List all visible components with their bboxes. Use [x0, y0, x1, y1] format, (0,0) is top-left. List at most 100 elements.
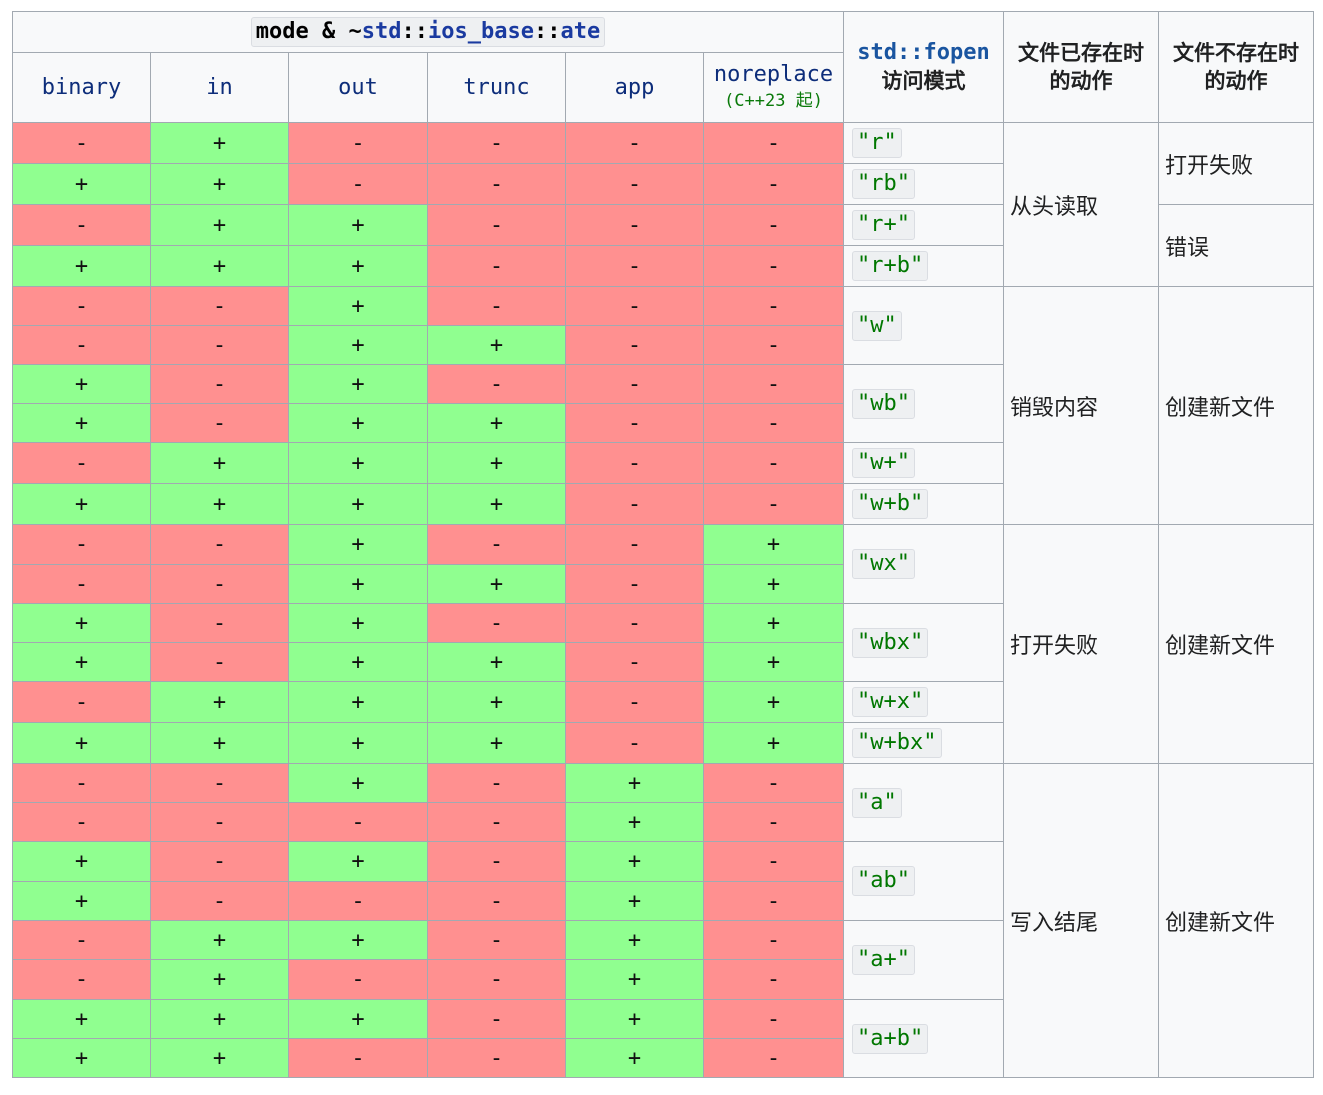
exists-label-line1: 文件已存在时	[1018, 41, 1145, 65]
flag-cell-in: +	[150, 442, 289, 484]
fopen-mode-cell: "wbx"	[843, 603, 1005, 682]
flag-cell-out: -	[288, 802, 428, 842]
flag-cell-noreplace: -	[702, 122, 845, 164]
flag-cell-out: -	[288, 959, 428, 1000]
flag-cell-noreplace: -	[702, 163, 845, 205]
not-exists-label-line2: 的动作	[1204, 69, 1268, 93]
flag-cell-binary: +	[12, 245, 151, 287]
fopen-mode-string: "rb"	[852, 169, 916, 199]
flag-cell-app: +	[565, 999, 704, 1039]
fopen-mode-cell: "w+b"	[843, 483, 1005, 525]
not-exists-action-cell: 错误	[1158, 204, 1315, 287]
flag-cell-noreplace: -	[702, 325, 845, 365]
flag-cell-noreplace: -	[702, 286, 845, 326]
fopen-mode-string: "w"	[852, 310, 902, 341]
flag-cell-noreplace: -	[702, 364, 845, 404]
flag-cell-app: -	[565, 564, 704, 604]
flag-cell-noreplace: -	[702, 483, 845, 525]
flag-cell-binary: -	[12, 959, 151, 1000]
table-body: - + - - - - "r" 从头读取 打开失败 + + - - - - "rb" - + + - - - "r+" 错误 +…	[12, 122, 1315, 1078]
flag-cell-app: -	[565, 524, 704, 565]
flag-cell-trunc: -	[427, 163, 566, 205]
flag-cell-in: -	[150, 524, 289, 565]
flag-cell-in: -	[150, 642, 289, 682]
exists-action-cell: 写入结尾	[1003, 763, 1160, 1078]
flag-cell-app: -	[565, 642, 704, 682]
flag-cell-trunc: +	[427, 564, 566, 604]
fopen-mode-cell: "rb"	[843, 163, 1005, 205]
flag-header-trunc: trunc	[427, 52, 566, 123]
fopen-mode-string: "w+bx"	[852, 728, 942, 758]
flag-cell-binary: -	[12, 204, 151, 246]
table-row: - - + - - + "wx" 打开失败 创建新文件	[12, 524, 1315, 764]
fopen-mode-string: "ab"	[852, 866, 916, 896]
flag-cell-noreplace: -	[702, 959, 845, 1000]
fopen-mode-cell: "a+"	[843, 920, 1005, 1000]
flag-cell-noreplace: -	[702, 1038, 845, 1078]
flag-cell-app: -	[565, 442, 704, 484]
fopen-mode-string: "r"	[852, 128, 902, 158]
flag-cell-app: +	[565, 959, 704, 1000]
flag-cell-app: +	[565, 920, 704, 960]
flag-cell-noreplace: -	[702, 802, 845, 842]
fopen-mode-cell: "ab"	[843, 841, 1005, 921]
flag-cell-binary: -	[12, 442, 151, 484]
flag-cell-trunc: -	[427, 286, 566, 326]
flag-cell-out: +	[288, 564, 428, 604]
flag-cell-in: -	[150, 603, 289, 643]
fopen-mode-cell: "wb"	[843, 364, 1005, 443]
fopen-mode-cell: "w+"	[843, 442, 1005, 484]
flag-header-in: in	[150, 52, 289, 123]
flag-cell-trunc: +	[427, 403, 566, 443]
flag-cell-in: -	[150, 325, 289, 365]
fopen-mode-string: "r+"	[852, 210, 916, 240]
fopen-sub-label: 访问模式	[881, 69, 966, 93]
flag-cell-noreplace: -	[702, 442, 845, 484]
flag-cell-trunc: +	[427, 642, 566, 682]
flag-cell-in: +	[150, 681, 289, 723]
exists-action-cell: 打开失败	[1003, 524, 1160, 764]
table-row: - - + - + - "a" 写入结尾 创建新文件	[12, 763, 1315, 1078]
flag-cell-binary: -	[12, 564, 151, 604]
flag-cell-out: +	[288, 325, 428, 365]
flag-cell-noreplace: -	[702, 920, 845, 960]
flag-cell-binary: +	[12, 722, 151, 764]
flag-cell-trunc: -	[427, 841, 566, 882]
flag-cell-in: -	[150, 403, 289, 443]
fopen-mode-string: "w+"	[852, 448, 916, 478]
flag-cell-trunc: -	[427, 364, 566, 404]
flag-cell-binary: +	[12, 999, 151, 1039]
flag-cell-binary: -	[12, 763, 151, 803]
noreplace-label: noreplace	[713, 61, 834, 87]
fopen-mode-string: "w+b"	[852, 489, 929, 519]
flag-cell-app: +	[565, 881, 704, 921]
flag-cell-noreplace: +	[702, 642, 845, 682]
flag-cell-out: +	[288, 603, 428, 643]
table-row: - + - - - - "r" 从头读取 打开失败	[12, 122, 1315, 287]
flag-cell-out: +	[288, 920, 428, 960]
fopen-mode-string: "a+b"	[852, 1023, 929, 1054]
flag-cell-in: +	[150, 920, 289, 960]
flag-cell-binary: +	[12, 642, 151, 682]
fopen-mode-cell: "r+b"	[843, 245, 1005, 287]
flag-cell-binary: +	[12, 1038, 151, 1078]
open-mode-table: mode & ~std::ios_base::ate std::fopen 访问…	[11, 11, 1315, 1078]
flag-cell-in: -	[150, 841, 289, 882]
flag-cell-binary: -	[12, 122, 151, 164]
flag-header-out: out	[288, 52, 428, 123]
flag-cell-in: +	[150, 1038, 289, 1078]
flag-cell-noreplace: +	[702, 722, 845, 764]
flag-cell-trunc: -	[427, 881, 566, 921]
flag-cell-out: +	[288, 722, 428, 764]
flag-cell-in: -	[150, 364, 289, 404]
flag-header-binary: binary	[12, 52, 151, 123]
flag-cell-in: +	[150, 122, 289, 164]
flag-cell-app: -	[565, 483, 704, 525]
fopen-link[interactable]: std::fopen	[845, 39, 1003, 67]
fopen-mode-cell: "w+x"	[843, 681, 1005, 723]
flag-cell-app: -	[565, 163, 704, 205]
mode-expression-header: mode & ~std::ios_base::ate	[11, 11, 845, 53]
not-exists-label-line1: 文件不存在时	[1173, 41, 1300, 65]
flag-cell-binary: -	[12, 325, 151, 365]
flag-cell-out: -	[288, 881, 428, 921]
